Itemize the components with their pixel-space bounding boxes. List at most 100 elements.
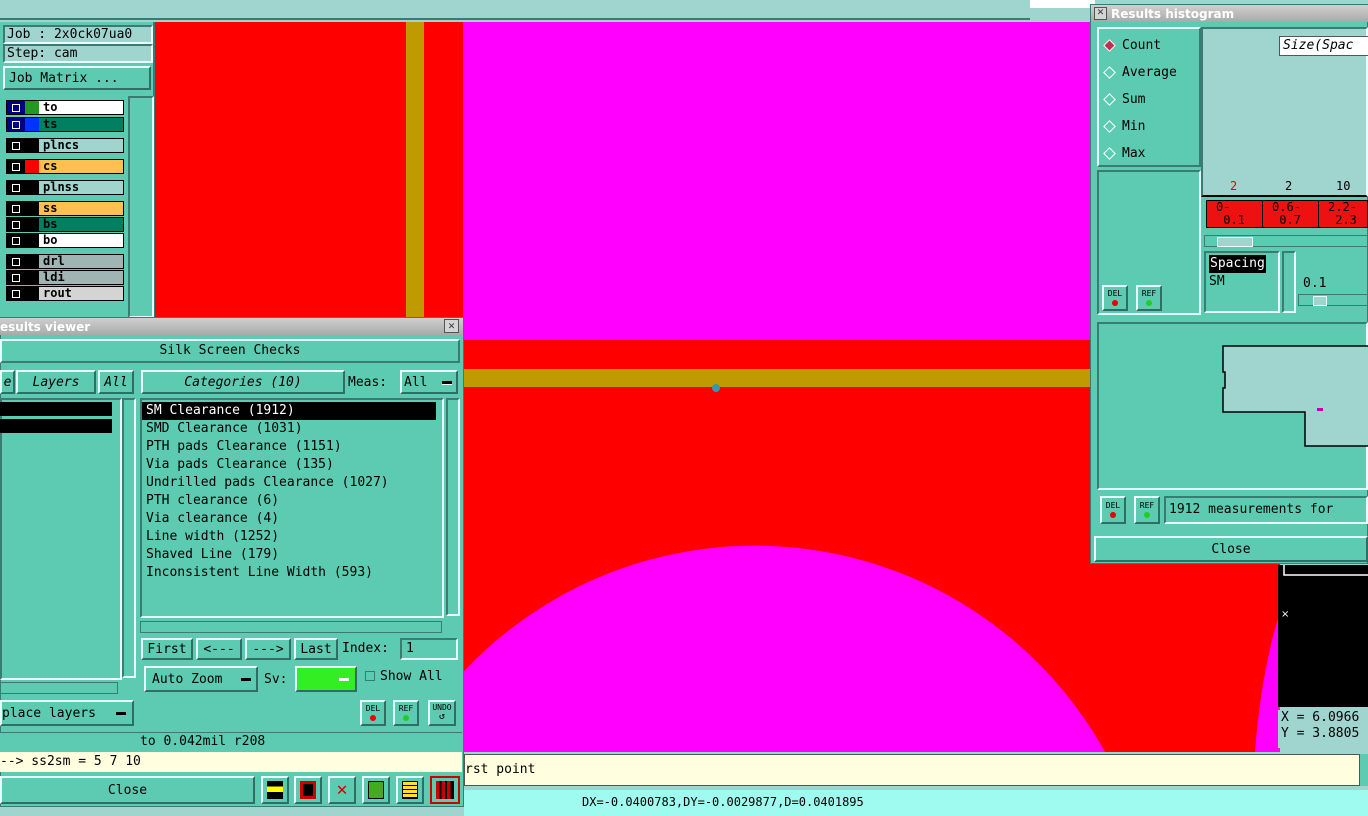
layer-color-swatch: [25, 160, 39, 173]
categories-hscroll[interactable]: [140, 621, 442, 633]
del-button[interactable]: DEL: [360, 700, 386, 726]
checkbox-box-icon: [12, 141, 20, 150]
place-layers-dropdown[interactable]: place layers: [0, 700, 134, 726]
tool-button-2[interactable]: [294, 776, 322, 804]
slider-thumb[interactable]: [1313, 296, 1327, 306]
bin-label-2[interactable]: 0.6- 0.7: [1264, 201, 1319, 227]
layer-checkbox[interactable]: [7, 234, 25, 247]
measure-type-sm[interactable]: SM: [1209, 273, 1278, 291]
measure-type-spacing[interactable]: Spacing: [1209, 255, 1266, 273]
command-line[interactable]: --> ss2sm = 5 7 10: [0, 752, 462, 772]
layer-checkbox[interactable]: [7, 139, 25, 152]
category-item[interactable]: PTH pads Clearance (1151): [142, 438, 442, 456]
job-matrix-button[interactable]: Job Matrix ...: [3, 66, 151, 90]
bin-label-1[interactable]: 0- 0.1: [1208, 201, 1263, 227]
layer-row-ts[interactable]: ts: [6, 117, 124, 132]
mode-radio-min[interactable]: Min: [1103, 113, 1199, 140]
layer-row-bs[interactable]: bs: [6, 217, 124, 232]
layer-row-ldi[interactable]: ldi: [6, 270, 124, 285]
category-item[interactable]: Line width (1252): [142, 528, 442, 546]
measure-type-list[interactable]: Spacing SM: [1204, 251, 1280, 313]
mode-radio-count[interactable]: Count: [1103, 32, 1199, 59]
sv-color-dropdown[interactable]: [295, 666, 357, 692]
bin-hscroll[interactable]: [1204, 235, 1368, 247]
categories-list[interactable]: SM Clearance (1912) SMD Clearance (1031) P…: [140, 398, 444, 618]
tool-button-4[interactable]: [362, 776, 390, 804]
measure-type-vscroll[interactable]: [1282, 251, 1296, 313]
tool-button-3[interactable]: ✕: [328, 776, 356, 804]
show-all-checkbox[interactable]: [365, 671, 375, 681]
tool-button-1[interactable]: [261, 776, 289, 804]
tool-button-5[interactable]: [396, 776, 424, 804]
layer-name: ldi: [43, 270, 65, 284]
layer-row-ss[interactable]: ss: [6, 201, 124, 216]
mode-radio-average[interactable]: Average: [1103, 59, 1199, 86]
category-item[interactable]: Via pads Clearance (135): [142, 456, 442, 474]
last-button[interactable]: Last: [294, 638, 338, 660]
histogram-close-button[interactable]: Close: [1094, 536, 1368, 562]
category-item[interactable]: PTH clearance (6): [142, 492, 442, 510]
range-info: to 0.042mil r208: [0, 732, 462, 752]
categories-tab[interactable]: Categories (10): [141, 370, 345, 394]
category-item[interactable]: SMD Clearance (1031): [142, 420, 442, 438]
histogram-titlebar[interactable]: ✕ Results histogram: [1091, 5, 1368, 22]
layer-row-rout[interactable]: rout: [6, 286, 124, 301]
previous-button[interactable]: <---: [196, 638, 242, 660]
layer-checkbox[interactable]: [7, 118, 25, 131]
preview-ref-button[interactable]: REF: [1134, 496, 1160, 524]
coord-readout: X = 6.0966 Y = 3.8805: [1278, 710, 1368, 748]
preview-del-button[interactable]: DEL: [1100, 496, 1126, 524]
layer-checkbox[interactable]: [7, 287, 25, 300]
mode-radio-max[interactable]: Max: [1103, 140, 1199, 167]
layer-row-to[interactable]: to: [6, 100, 124, 115]
layer-row-plnss[interactable]: plnss: [6, 180, 124, 195]
layer-row-cs[interactable]: cs: [6, 159, 124, 174]
layers-list-selected-row-2[interactable]: [0, 419, 112, 433]
layers-list-selected-row-1[interactable]: [0, 402, 112, 416]
overview-map[interactable]: ×: [1278, 565, 1368, 707]
left-tab-partial[interactable]: e: [0, 370, 15, 394]
layer-checkbox[interactable]: [7, 101, 25, 114]
category-item[interactable]: SM Clearance (1912): [142, 402, 436, 420]
auto-zoom-dropdown[interactable]: Auto Zoom: [144, 666, 258, 692]
index-input[interactable]: 1: [400, 638, 458, 660]
ref-button[interactable]: REF: [393, 700, 419, 726]
layer-row-drl[interactable]: drl: [6, 254, 124, 269]
results-viewer-close-icon[interactable]: ✕: [444, 319, 459, 333]
layer-checkbox[interactable]: [7, 218, 25, 231]
undo-button[interactable]: UNDO ↺: [428, 700, 456, 726]
layer-row-plncs[interactable]: plncs: [6, 138, 124, 153]
all-layers-tab[interactable]: All: [98, 370, 134, 394]
histogram-ref-button[interactable]: REF: [1136, 285, 1162, 311]
x-coordinate: X = 6.0966: [1281, 710, 1360, 725]
layer-checkbox[interactable]: [7, 181, 25, 194]
value-slider[interactable]: [1298, 294, 1368, 306]
layer-checkbox[interactable]: [7, 160, 25, 173]
category-item[interactable]: Via clearance (4): [142, 510, 442, 528]
layer-row-bo[interactable]: bo: [6, 233, 124, 248]
mode-radio-sum[interactable]: Sum: [1103, 86, 1199, 113]
histogram-button[interactable]: [430, 776, 460, 804]
size-field-label[interactable]: Size(Spac: [1279, 36, 1368, 56]
layers-tab[interactable]: Layers: [16, 370, 96, 394]
layer-checkbox[interactable]: [7, 202, 25, 215]
categories-vscroll[interactable]: [446, 398, 460, 616]
layers-list[interactable]: [0, 398, 122, 680]
layers-list-vscroll[interactable]: [122, 398, 136, 678]
category-item[interactable]: Inconsistent Line Width (593): [142, 564, 442, 582]
layer-name: drl: [43, 254, 65, 268]
category-item[interactable]: Shaved Line (179): [142, 546, 442, 564]
meas-dropdown[interactable]: All: [400, 370, 458, 394]
layer-checkbox[interactable]: [7, 255, 25, 268]
first-button[interactable]: First: [141, 638, 193, 660]
layer-checkbox[interactable]: [7, 271, 25, 284]
category-item[interactable]: Undrilled pads Clearance (1027): [142, 474, 442, 492]
layer-list-scrollbar[interactable]: [128, 96, 154, 318]
histogram-del-button[interactable]: DEL: [1102, 285, 1128, 311]
next-button[interactable]: --->: [245, 638, 291, 660]
results-viewer-close-button[interactable]: Close: [0, 776, 255, 804]
bin-label-3[interactable]: 2.2- 2.3: [1320, 201, 1368, 227]
results-viewer-titlebar[interactable]: esults viewer: [0, 318, 463, 335]
scroll-thumb[interactable]: [1217, 237, 1253, 247]
layers-list-hscroll[interactable]: [0, 682, 118, 694]
